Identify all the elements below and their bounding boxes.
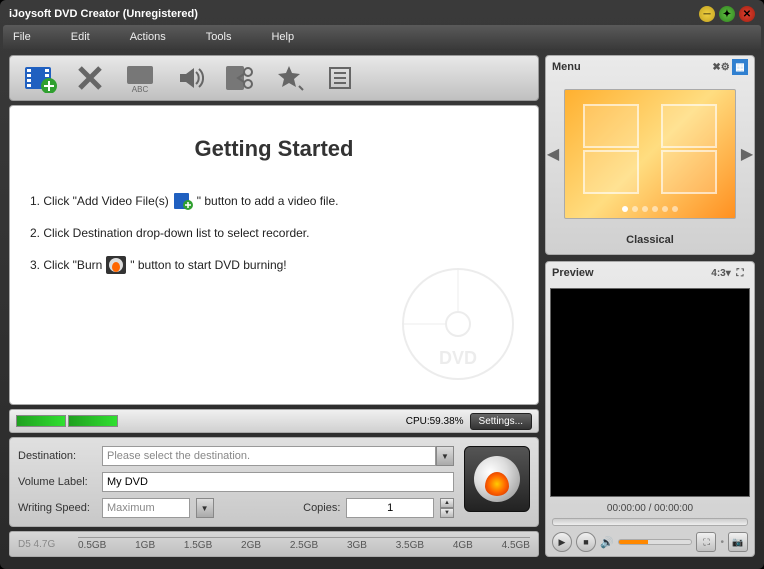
volume-icon[interactable]: 🔊 xyxy=(600,536,614,549)
film-add-icon xyxy=(173,192,193,210)
speed-field[interactable] xyxy=(102,498,190,518)
svg-text:DVD: DVD xyxy=(439,348,477,368)
preview-time: 00:00:00 / 00:00:00 xyxy=(546,501,754,516)
menu-layout-icon[interactable]: ▦ xyxy=(732,59,748,75)
volume-label: Volume Label: xyxy=(18,476,96,488)
svg-text:ABC: ABC xyxy=(132,85,149,92)
speed-label: Writing Speed: xyxy=(18,502,96,514)
cpu-label: CPU:59.38% xyxy=(406,416,464,427)
menu-prev-button[interactable]: ◀ xyxy=(546,144,560,164)
destination-label: Destination: xyxy=(18,450,96,462)
flame-icon xyxy=(485,472,509,496)
delete-button[interactable] xyxy=(70,60,110,96)
settings-button[interactable]: Settings... xyxy=(470,413,532,430)
play-button[interactable]: ▶ xyxy=(552,532,572,552)
burn-settings-panel: Destination: ▼ Volume Label: Writing Spe… xyxy=(9,437,539,527)
fullscreen-icon[interactable]: ⛶ xyxy=(732,265,748,281)
preview-scrubber[interactable] xyxy=(552,518,748,526)
volume-field[interactable] xyxy=(102,472,454,492)
step-1: 1. Click "Add Video File(s) " button to … xyxy=(30,192,518,210)
menu-help[interactable]: Help xyxy=(271,31,294,43)
menu-tools[interactable]: Tools xyxy=(206,31,232,43)
destination-dropdown[interactable]: ▼ xyxy=(436,446,454,466)
dvd-watermark-icon: DVD xyxy=(398,264,518,384)
copies-up[interactable]: ▲ xyxy=(440,498,454,508)
preview-title: Preview xyxy=(552,267,594,279)
minimize-button[interactable]: ─ xyxy=(699,6,715,22)
expand-icon[interactable]: ⛶ xyxy=(696,532,716,552)
menubar: File Edit Actions Tools Help xyxy=(3,25,761,49)
disc-type-label: D5 4.7G xyxy=(18,539,78,550)
speed-dropdown[interactable]: ▼ xyxy=(196,498,214,518)
menu-next-button[interactable]: ▶ xyxy=(740,144,754,164)
copies-label: Copies: xyxy=(303,502,340,514)
copies-field[interactable] xyxy=(346,498,434,518)
chapter-button[interactable] xyxy=(320,60,360,96)
menu-file[interactable]: File xyxy=(13,31,31,43)
size-ruler: D5 4.7G 0.5GB 1GB 1.5GB 2GB 2.5GB 3GB 3.… xyxy=(9,531,539,557)
menu-caption: Classical xyxy=(546,230,754,254)
preview-video xyxy=(550,288,750,497)
status-bar: CPU:59.38% Settings... xyxy=(9,409,539,433)
window-title: iJoysoft DVD Creator (Unregistered) xyxy=(9,8,695,20)
add-video-button[interactable] xyxy=(20,60,60,96)
toolbar: ABC xyxy=(9,55,539,101)
audio-button[interactable] xyxy=(170,60,210,96)
maximize-button[interactable]: ✦ xyxy=(719,6,735,22)
menu-edit[interactable]: Edit xyxy=(71,31,90,43)
snapshot-icon[interactable]: 📷 xyxy=(728,532,748,552)
step-2: 2. Click Destination drop-down list to s… xyxy=(30,226,518,240)
menu-actions[interactable]: Actions xyxy=(130,31,166,43)
menu-panel: Menu ✖⚙ ▦ ◀ ▶ Classical xyxy=(545,55,755,255)
close-button[interactable]: ✕ xyxy=(739,6,755,22)
burn-small-icon xyxy=(106,256,126,274)
heading: Getting Started xyxy=(30,136,518,162)
preview-panel: Preview 4:3▾ ⛶ 00:00:00 / 00:00:00 ▶ ■ 🔊… xyxy=(545,261,755,557)
copies-down[interactable]: ▼ xyxy=(440,508,454,518)
menu-thumbnail[interactable] xyxy=(564,89,736,219)
getting-started-card: Getting Started 1. Click "Add Video File… xyxy=(9,105,539,405)
menu-tools-icon[interactable]: ✖⚙ xyxy=(713,59,729,75)
destination-field[interactable] xyxy=(102,446,436,466)
rename-button[interactable]: ABC xyxy=(120,60,160,96)
burn-button[interactable] xyxy=(464,446,530,512)
aspect-ratio-button[interactable]: 4:3▾ xyxy=(713,265,729,281)
trim-button[interactable] xyxy=(220,60,260,96)
menu-panel-title: Menu xyxy=(552,61,581,73)
effects-button[interactable] xyxy=(270,60,310,96)
volume-slider[interactable] xyxy=(618,539,693,545)
cpu-meter xyxy=(16,415,118,427)
stop-button[interactable]: ■ xyxy=(576,532,596,552)
